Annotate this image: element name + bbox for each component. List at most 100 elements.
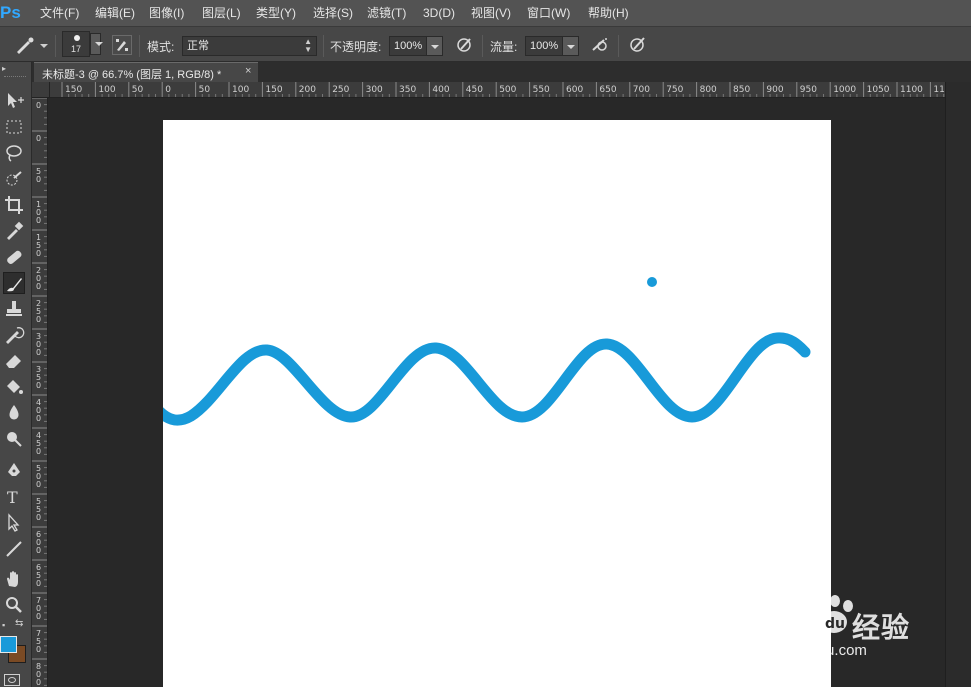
quick-mask-icon[interactable] bbox=[4, 674, 20, 686]
ruler-label: 50 bbox=[199, 85, 211, 95]
menu-layer[interactable]: 图层(L) bbox=[202, 0, 241, 26]
ruler-label: 0 bbox=[36, 645, 41, 654]
history-brush-icon[interactable] bbox=[3, 324, 25, 346]
toolbox-collapse-icon[interactable]: ▸ bbox=[2, 64, 6, 73]
ruler-label: 150 bbox=[265, 85, 282, 95]
ruler-label: 650 bbox=[599, 85, 616, 95]
ruler-label: 0 bbox=[36, 282, 41, 291]
healing-icon[interactable] bbox=[3, 246, 25, 268]
stamp-icon[interactable] bbox=[3, 298, 25, 320]
ruler-label: 0 bbox=[36, 546, 41, 555]
menu-window[interactable]: 窗口(W) bbox=[527, 0, 570, 26]
pen-icon[interactable] bbox=[3, 460, 25, 482]
flow-dropdown[interactable] bbox=[562, 36, 579, 56]
toolbox-grip[interactable] bbox=[4, 76, 26, 78]
brush-size-picker[interactable]: 17 bbox=[62, 31, 90, 57]
line-icon[interactable] bbox=[3, 538, 25, 560]
menu-edit[interactable]: 编辑(E) bbox=[95, 0, 135, 26]
quick-select-icon[interactable] bbox=[3, 168, 25, 190]
close-tab-icon[interactable]: × bbox=[245, 65, 251, 77]
ruler-label: 0 bbox=[165, 85, 171, 95]
ruler-label: 0 bbox=[36, 480, 41, 489]
move-icon[interactable] bbox=[3, 90, 25, 112]
document-canvas[interactable] bbox=[153, 120, 831, 687]
separator bbox=[482, 35, 483, 57]
brush-tip-icon bbox=[74, 35, 80, 41]
swap-colors-icon[interactable]: ⇆ bbox=[15, 618, 23, 629]
document-tab[interactable]: 未标题-3 @ 66.7% (图层 1, RGB/8) * × bbox=[34, 62, 258, 82]
brush-size-value: 17 bbox=[70, 44, 81, 54]
ruler-label: 0 bbox=[36, 579, 41, 588]
ruler-label: 1000 bbox=[833, 85, 856, 95]
ruler-label: 0 bbox=[36, 216, 41, 225]
ruler-label: 900 bbox=[766, 85, 783, 95]
brush-size-dropdown[interactable] bbox=[90, 33, 103, 55]
ruler-label: 800 bbox=[700, 85, 717, 95]
mode-label: 模式: bbox=[147, 40, 175, 54]
brush-panel-toggle-icon[interactable] bbox=[112, 35, 132, 55]
separator bbox=[618, 35, 619, 57]
tool-preset-brush-icon[interactable] bbox=[14, 35, 38, 55]
pressure-size-icon[interactable] bbox=[628, 35, 648, 55]
ruler-label: 1050 bbox=[867, 85, 890, 95]
horizontal-ruler[interactable]: 150 100 50 0 50 100 150 200 250 300 350 400 450 500 55… bbox=[50, 82, 945, 98]
menu-type[interactable]: 类型(Y) bbox=[256, 0, 296, 26]
ruler-label: 0 bbox=[36, 315, 41, 324]
ruler-label: 550 bbox=[533, 85, 550, 95]
svg-text:T: T bbox=[7, 488, 18, 507]
menu-select[interactable]: 选择(S) bbox=[313, 0, 353, 26]
ruler-label: 0 bbox=[36, 612, 41, 621]
ruler-label: 0 bbox=[36, 513, 41, 522]
crop-icon[interactable] bbox=[3, 194, 25, 216]
tool-preset-dropdown-icon[interactable] bbox=[40, 44, 48, 48]
ruler-origin[interactable] bbox=[32, 82, 50, 98]
ruler-label: 0 bbox=[36, 101, 41, 110]
ruler-label: 1100 bbox=[900, 85, 923, 95]
right-panel-strip bbox=[945, 82, 971, 687]
baidu-brand-du: du bbox=[825, 616, 845, 632]
marquee-icon[interactable] bbox=[3, 116, 25, 138]
mode-value: 正常 bbox=[187, 40, 209, 52]
path-select-icon[interactable] bbox=[3, 512, 25, 534]
baidu-watermark: Bai du 经验 jingyan.baidu.com bbox=[744, 580, 934, 670]
menu-image[interactable]: 图像(I) bbox=[149, 0, 184, 26]
opacity-input[interactable]: 100% bbox=[389, 36, 427, 56]
menu-help[interactable]: 帮助(H) bbox=[588, 0, 629, 26]
flow-input[interactable]: 100% bbox=[525, 36, 563, 56]
ruler-label: 0 bbox=[36, 175, 41, 184]
ruler-label: 150 bbox=[65, 85, 82, 95]
pressure-opacity-icon[interactable] bbox=[455, 35, 475, 55]
eyedropper-icon[interactable] bbox=[3, 220, 25, 242]
updown-arrows-icon: ▲ ▼ bbox=[304, 37, 312, 54]
vertical-ruler[interactable]: 0050100150200250300350400450500550600650… bbox=[32, 98, 48, 687]
ruler-label: 950 bbox=[800, 85, 817, 95]
ruler-label: 250 bbox=[332, 85, 349, 95]
ruler-label: 50 bbox=[132, 85, 144, 95]
ruler-label: 700 bbox=[633, 85, 650, 95]
menu-filter[interactable]: 滤镜(T) bbox=[367, 0, 406, 26]
blur-icon[interactable] bbox=[3, 402, 25, 424]
menu-view[interactable]: 视图(V) bbox=[471, 0, 511, 26]
zoom-icon[interactable] bbox=[3, 594, 25, 616]
ruler-label: 0 bbox=[36, 381, 41, 390]
ruler-label: 750 bbox=[666, 85, 683, 95]
opacity-dropdown[interactable] bbox=[426, 36, 443, 56]
menu-3d[interactable]: 3D(D) bbox=[423, 0, 455, 26]
brush-icon[interactable] bbox=[3, 272, 25, 294]
lasso-icon[interactable] bbox=[3, 142, 25, 164]
vertical-ruler-ticks: 0050100150200250300350400450500550600650… bbox=[32, 98, 47, 687]
type-icon[interactable]: T bbox=[3, 486, 25, 508]
default-colors-icon[interactable]: ▪ bbox=[2, 620, 5, 630]
ruler-label: 350 bbox=[399, 85, 416, 95]
eraser-icon[interactable] bbox=[3, 350, 25, 372]
paint-bucket-icon[interactable] bbox=[3, 376, 25, 398]
dodge-icon[interactable] bbox=[3, 428, 25, 450]
separator bbox=[323, 35, 324, 57]
menu-file[interactable]: 文件(F) bbox=[40, 0, 79, 26]
foreground-color-swatch[interactable] bbox=[0, 636, 17, 653]
watermark-cn-text: 经验 bbox=[852, 611, 911, 644]
airbrush-icon[interactable] bbox=[590, 35, 610, 55]
mode-select[interactable]: 正常 ▲ ▼ bbox=[182, 36, 317, 56]
ruler-label: 11 bbox=[933, 85, 944, 95]
hand-icon[interactable] bbox=[3, 568, 25, 590]
